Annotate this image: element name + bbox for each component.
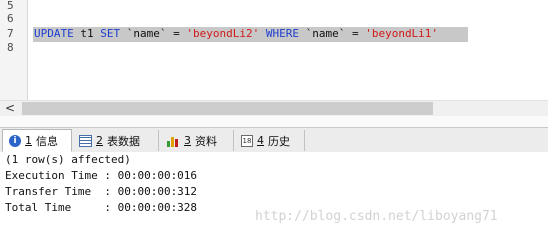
string-value: 'beyondLi2' (186, 27, 260, 40)
info-icon: i (9, 134, 21, 147)
sql-editor[interactable]: 5 6 7 8 UPDATE t1 SET `name` = 'beyondLi… (0, 0, 548, 100)
tab-table-data[interactable]: 2 表数据 (73, 130, 159, 151)
transfer-time-line: Transfer Time : 00:00:00:312 (5, 185, 198, 198)
message-output-panel[interactable]: (1 row(s) affected) Execution Time : 00:… (0, 152, 548, 243)
line-number: 7 (7, 27, 14, 40)
horizontal-scrollbar[interactable]: < (0, 100, 548, 116)
scroll-left-arrow-icon[interactable]: < (4, 101, 16, 116)
tab-label: 表数据 (107, 134, 140, 148)
tab-label: 历史 (268, 134, 290, 148)
execution-time-line: Execution Time : 00:00:00:016 (5, 169, 198, 182)
column-name: `name` = (120, 27, 187, 40)
total-time-line: Total Time : 00:00:00:328 (5, 201, 198, 214)
scrollbar-thumb[interactable] (22, 102, 433, 115)
tab-history[interactable]: 18 4 历史 (235, 130, 305, 151)
keyword-update: UPDATE (34, 27, 74, 40)
sql-statement[interactable]: UPDATE t1 SET `name` = 'beyondLi2' WHERE… (34, 27, 438, 41)
watermark: http://blog.csdn.net/liboyang71 (255, 209, 498, 224)
keyword-where: WHERE (259, 27, 299, 40)
tab-label: 信息 (36, 134, 58, 148)
tab-number: 1 (25, 134, 32, 147)
editor-bottom-spacer (0, 116, 548, 127)
table-name: t1 (73, 27, 101, 40)
affected-rows-message: (1 row(s) affected) (5, 153, 131, 166)
line-number: 8 (7, 41, 14, 54)
line-number: 6 (7, 12, 14, 25)
tab-number: 4 (257, 134, 264, 147)
line-number-gutter: 5 6 7 8 (0, 0, 28, 100)
table-data-icon (79, 134, 92, 147)
profile-icon (166, 134, 180, 148)
history-icon: 18 (241, 134, 253, 147)
column-name: `name` = (298, 27, 366, 40)
string-value: 'beyondLi1' (365, 27, 439, 40)
tab-number: 3 (184, 134, 191, 147)
tab-label: 资料 (195, 134, 217, 148)
result-tab-bar: i 1 信息 2 表数据 3 资料 18 4 历史 (0, 127, 548, 153)
tab-profile[interactable]: 3 资料 (160, 130, 234, 151)
tab-info[interactable]: i 1 信息 (2, 129, 72, 152)
tab-number: 2 (96, 134, 103, 147)
keyword-set: SET (100, 27, 121, 40)
